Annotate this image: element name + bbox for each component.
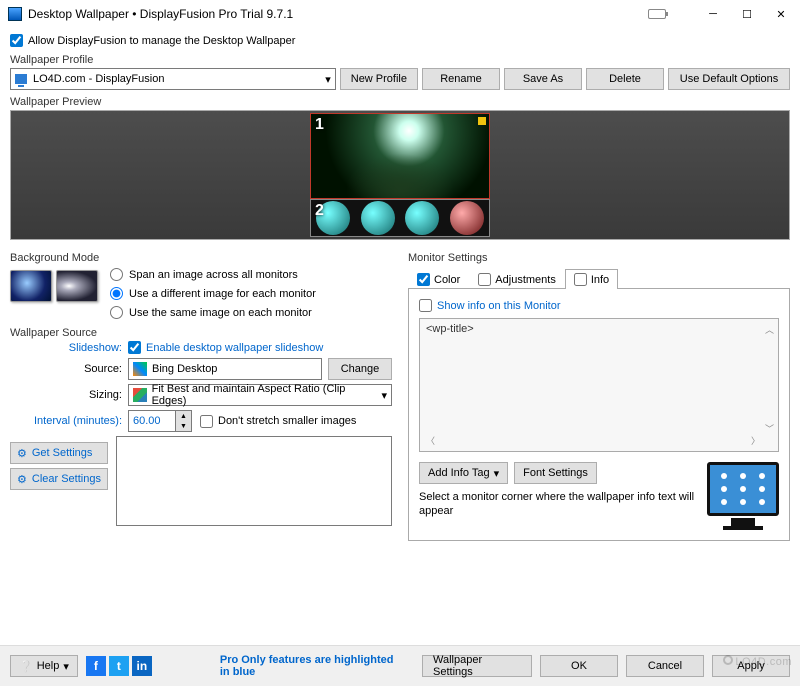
chevron-down-icon: ▾ — [494, 467, 500, 480]
monitor-tabs: Color Adjustments Info — [408, 268, 790, 289]
save-as-button[interactable]: Save As — [504, 68, 582, 90]
settings-list[interactable] — [116, 436, 392, 526]
source-section-label: Wallpaper Source — [10, 327, 392, 339]
app-icon — [8, 7, 22, 21]
facebook-icon[interactable]: f — [86, 656, 106, 676]
preview-monitor-2[interactable]: 2 — [310, 199, 490, 237]
slideshow-label: Slideshow: — [10, 342, 122, 354]
apply-button[interactable]: Apply — [712, 655, 790, 677]
gear-icon: ⚙ — [17, 473, 27, 486]
sizing-combo[interactable]: Fit Best and maintain Aspect Ratio (Clip… — [128, 384, 392, 406]
bg-mode-span[interactable]: Span an image across all monitors — [110, 268, 316, 281]
bing-icon — [133, 362, 147, 376]
no-stretch-checkbox[interactable]: Don't stretch smaller images — [200, 415, 356, 428]
clear-settings-button[interactable]: ⚙Clear Settings — [10, 468, 108, 490]
get-settings-button[interactable]: ⚙Get Settings — [10, 442, 108, 464]
monitor-settings-label: Monitor Settings — [408, 252, 790, 264]
wallpaper-preview[interactable]: 1 2 — [10, 110, 790, 240]
minimize-button[interactable]: ─ — [696, 3, 730, 25]
scroll-right-icon[interactable]: 〉 — [751, 434, 760, 447]
rename-button[interactable]: Rename — [422, 68, 500, 90]
source-field: Bing Desktop — [128, 358, 322, 380]
add-info-tag-button[interactable]: Add Info Tag▾ — [419, 462, 508, 484]
show-info-checkbox[interactable]: Show info on this Monitor — [419, 299, 779, 312]
ok-button[interactable]: OK — [540, 655, 618, 677]
close-button[interactable]: ✕ — [764, 3, 798, 25]
interval-spinner[interactable]: ▲▼ — [128, 410, 192, 432]
new-profile-button[interactable]: New Profile — [340, 68, 418, 90]
profile-section-label: Wallpaper Profile — [10, 54, 790, 66]
monitor-corner-picker[interactable] — [707, 462, 779, 530]
chevron-down-icon: ▾ — [325, 73, 331, 86]
tab-color[interactable]: Color — [408, 269, 469, 289]
preview-section-label: Wallpaper Preview — [10, 96, 790, 108]
profile-combo[interactable]: LO4D.com - DisplayFusion ▾ — [10, 68, 336, 90]
interval-label: Interval (minutes): — [10, 415, 122, 427]
bg-mode-different[interactable]: Use a different image for each monitor — [110, 287, 316, 300]
font-settings-button[interactable]: Font Settings — [514, 462, 597, 484]
bg-mode-same[interactable]: Use the same image on each monitor — [110, 306, 316, 319]
corner-hint: Select a monitor corner where the wallpa… — [419, 490, 695, 519]
wallpaper-settings-button[interactable]: Wallpaper Settings — [422, 655, 532, 677]
use-defaults-button[interactable]: Use Default Options — [668, 68, 790, 90]
slideshow-checkbox[interactable]: Enable desktop wallpaper slideshow — [128, 341, 392, 354]
scroll-down-icon[interactable]: ﹀ — [765, 422, 774, 435]
preview-monitor-1[interactable]: 1 — [310, 113, 490, 199]
window-title: Desktop Wallpaper • DisplayFusion Pro Tr… — [28, 7, 648, 21]
delete-button[interactable]: Delete — [586, 68, 664, 90]
allow-manage-label: Allow DisplayFusion to manage the Deskto… — [28, 35, 295, 47]
scroll-up-icon[interactable]: ︿ — [765, 323, 774, 336]
scroll-left-icon[interactable]: 〈 — [426, 434, 435, 447]
tab-info[interactable]: Info — [565, 269, 618, 289]
linkedin-icon[interactable]: in — [132, 656, 152, 676]
interval-input[interactable] — [128, 410, 176, 432]
spin-up-icon[interactable]: ▲ — [176, 411, 191, 421]
chevron-down-icon: ▾ — [63, 660, 69, 673]
change-source-button[interactable]: Change — [328, 358, 392, 380]
battery-icon — [648, 9, 666, 19]
spin-down-icon[interactable]: ▼ — [176, 421, 191, 431]
chevron-down-icon: ▾ — [381, 389, 387, 402]
profile-selected: LO4D.com - DisplayFusion — [33, 73, 164, 85]
sizing-label: Sizing: — [10, 389, 122, 401]
tab-adjustments[interactable]: Adjustments — [469, 269, 565, 289]
info-text-area[interactable]: <wp-title> ︿ ﹀ 〈 〉 — [419, 318, 779, 452]
gear-icon: ⚙ — [17, 447, 27, 460]
source-label: Source: — [10, 363, 122, 375]
bg-mode-label: Background Mode — [10, 252, 392, 264]
sizing-icon — [133, 388, 147, 402]
help-icon: ❔ — [19, 660, 33, 673]
footer-bar: ❔Help▾ f t in Pro Only features are high… — [0, 645, 800, 686]
allow-manage-checkbox[interactable]: Allow DisplayFusion to manage the Deskto… — [10, 34, 295, 47]
dual-monitor-icon — [10, 266, 98, 302]
help-button[interactable]: ❔Help▾ — [10, 655, 78, 677]
cancel-button[interactable]: Cancel — [626, 655, 704, 677]
title-bar: Desktop Wallpaper • DisplayFusion Pro Tr… — [0, 0, 800, 28]
maximize-button[interactable]: ☐ — [730, 3, 764, 25]
monitor-icon — [15, 74, 27, 84]
pro-note: Pro Only features are highlighted in blu… — [220, 654, 406, 678]
twitter-icon[interactable]: t — [109, 656, 129, 676]
